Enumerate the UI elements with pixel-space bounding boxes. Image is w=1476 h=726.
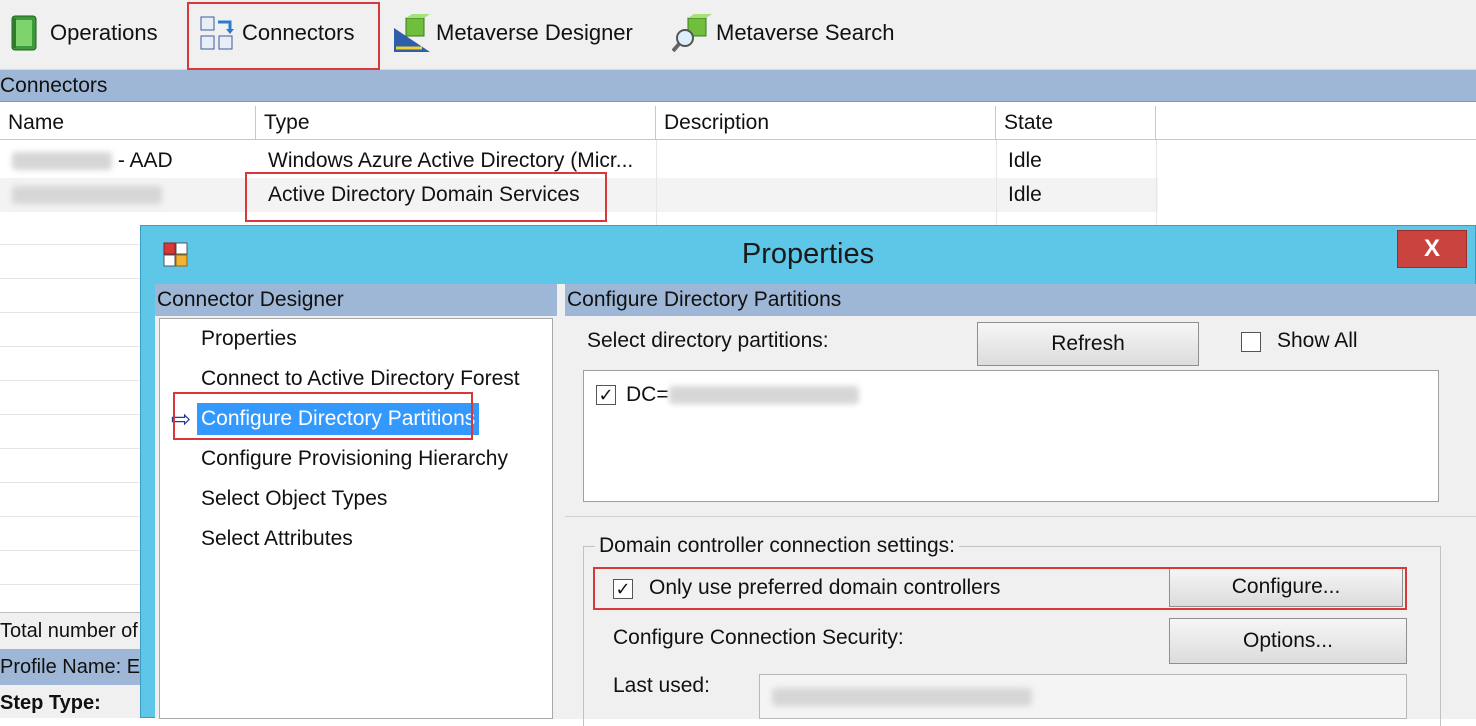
grid-divider bbox=[0, 448, 140, 449]
redacted-text bbox=[772, 688, 1032, 706]
grid-divider bbox=[0, 380, 140, 381]
metaverse-designer-icon bbox=[392, 14, 430, 52]
last-used-label: Last used: bbox=[613, 674, 710, 697]
metaverse-search-icon bbox=[671, 14, 712, 53]
connection-security-label: Configure Connection Security: bbox=[613, 626, 904, 649]
configure-partitions-pane: Configure Directory Partitions Select di… bbox=[565, 284, 1476, 726]
connectors-grid-header: Name Type Description State bbox=[0, 106, 1476, 140]
connector-state: Idle bbox=[1008, 149, 1042, 172]
select-partitions-label: Select directory partitions: bbox=[587, 329, 829, 352]
show-all-label: Show All bbox=[1277, 329, 1358, 352]
refresh-button[interactable]: Refresh bbox=[977, 322, 1199, 366]
properties-dialog: Properties X Connector Designer Properti… bbox=[140, 225, 1476, 726]
metaverse-search-button[interactable]: Metaverse Search bbox=[671, 6, 895, 60]
table-row[interactable]: Active Directory Domain Services Idle bbox=[0, 178, 1158, 212]
partition-prefix: DC= bbox=[626, 383, 669, 406]
toolbar: Operations Connectors Metaverse Designer bbox=[0, 0, 1476, 70]
connectors-button[interactable]: Connectors bbox=[198, 6, 355, 60]
grid-divider bbox=[0, 550, 140, 551]
redacted-text bbox=[12, 152, 112, 171]
divider bbox=[565, 516, 1476, 517]
nav-item-connect-forest[interactable]: Connect to Active Directory Forest bbox=[197, 363, 524, 395]
connector-description bbox=[656, 144, 996, 178]
connector-designer-header: Connector Designer bbox=[155, 284, 557, 316]
redacted-text bbox=[12, 186, 162, 205]
grid-divider bbox=[0, 482, 140, 483]
metaverse-designer-label: Metaverse Designer bbox=[436, 20, 633, 45]
column-header-description[interactable]: Description bbox=[656, 106, 996, 140]
connector-description bbox=[656, 178, 996, 212]
step-type-label: Step Type: bbox=[0, 692, 101, 714]
partition-label[interactable]: DC= bbox=[626, 383, 859, 407]
operations-button[interactable]: Operations bbox=[6, 6, 158, 60]
status-area: Total number of Profile Name: E Step Typ… bbox=[0, 612, 145, 718]
connector-type: Windows Azure Active Directory (Micr... bbox=[268, 149, 634, 172]
preferred-dc-label: Only use preferred domain controllers bbox=[649, 576, 1001, 599]
nav-item-attributes[interactable]: Select Attributes bbox=[197, 523, 357, 555]
connector-type: Active Directory Domain Services bbox=[268, 183, 580, 206]
grid-divider bbox=[0, 244, 140, 245]
connectors-section-header: Connectors bbox=[0, 70, 1476, 102]
connectors-icon bbox=[198, 14, 234, 52]
dc-connection-settings-title: Domain controller connection settings: bbox=[595, 534, 960, 558]
grid-divider bbox=[0, 346, 140, 347]
metaverse-designer-button[interactable]: Metaverse Designer bbox=[392, 6, 633, 60]
column-header-type[interactable]: Type bbox=[256, 106, 656, 140]
nav-item-provisioning-hierarchy[interactable]: Configure Provisioning Hierarchy bbox=[197, 443, 512, 475]
configure-partitions-header: Configure Directory Partitions bbox=[565, 284, 1476, 316]
grid-divider bbox=[0, 584, 140, 585]
nav-item-configure-partitions[interactable]: Configure Directory Partitions bbox=[197, 403, 480, 435]
grid-divider bbox=[996, 140, 997, 230]
profile-name-label: Profile Name: E bbox=[0, 649, 145, 685]
column-header-state[interactable]: State bbox=[996, 106, 1156, 140]
metaverse-search-label: Metaverse Search bbox=[716, 20, 895, 45]
partition-checkbox[interactable]: ✓ bbox=[596, 385, 616, 405]
show-all-checkbox[interactable] bbox=[1241, 332, 1261, 352]
dialog-body: Connector Designer Properties Connect to… bbox=[155, 284, 1476, 726]
dialog-title-bar[interactable]: Properties X bbox=[141, 226, 1475, 286]
connector-state: Idle bbox=[1008, 183, 1042, 206]
connector-name: - AAD bbox=[0, 144, 256, 178]
dialog-title: Properties bbox=[741, 238, 875, 270]
table-row[interactable]: - AAD Windows Azure Active Directory (Mi… bbox=[0, 144, 1158, 178]
close-button[interactable]: X bbox=[1397, 230, 1467, 268]
operations-icon bbox=[6, 14, 42, 52]
connector-designer-pane: Connector Designer Properties Connect to… bbox=[155, 284, 557, 719]
column-header-name[interactable]: Name bbox=[0, 106, 256, 140]
nav-item-object-types[interactable]: Select Object Types bbox=[197, 483, 391, 515]
configure-button[interactable]: Configure... bbox=[1169, 567, 1403, 607]
current-step-arrow-icon: ⇨ bbox=[171, 406, 192, 433]
grid-divider bbox=[0, 414, 140, 415]
grid-divider bbox=[0, 278, 140, 279]
connector-name bbox=[0, 178, 256, 212]
operations-label: Operations bbox=[50, 20, 158, 45]
grid-divider bbox=[656, 140, 657, 230]
total-number-label: Total number of bbox=[0, 620, 138, 642]
connector-name-suffix: - AAD bbox=[117, 149, 173, 172]
last-used-field bbox=[759, 674, 1407, 719]
nav-item-properties[interactable]: Properties bbox=[197, 323, 301, 355]
grid-divider bbox=[0, 516, 140, 517]
grid-divider bbox=[1156, 140, 1157, 230]
partitions-list: ✓ DC= bbox=[583, 370, 1439, 502]
connectors-label: Connectors bbox=[242, 20, 355, 45]
grid-divider bbox=[0, 312, 140, 313]
redacted-text bbox=[668, 386, 859, 405]
options-button[interactable]: Options... bbox=[1169, 618, 1407, 664]
preferred-dc-checkbox[interactable]: ✓ bbox=[613, 579, 633, 599]
